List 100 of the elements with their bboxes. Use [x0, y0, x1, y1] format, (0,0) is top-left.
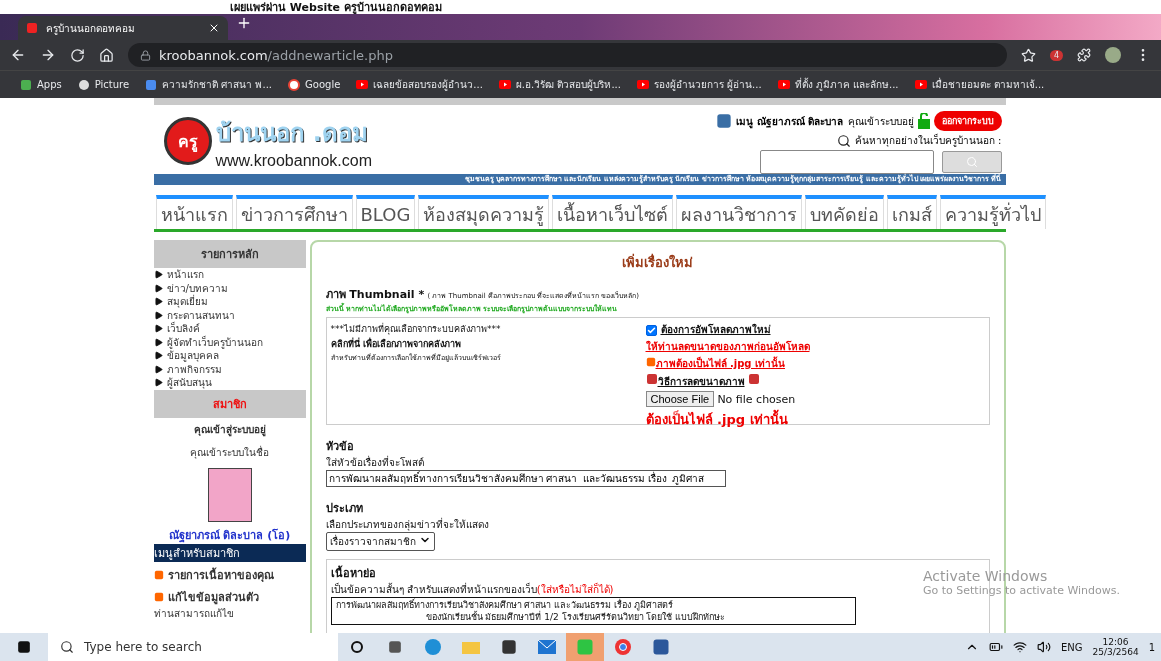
field-hint: ใส่หัวข้อเรื่องที่จะโพสต์ — [325, 455, 424, 470]
abstract-textarea[interactable]: การพัฒนาผลสัมฤทธิ์ทางการเรียนวิชาสังคมศึกษา ศาสนา และวัฒนธรรม เรื่อง ภูมิศาสตร์ ของนักเรียนชั้น มัธยมศึกษาปีที่ 1/2 โรงเรียนศรีรัตนวิทยา โดยใช้ แบบฝึกทักษะ — [330, 597, 856, 625]
extension-badge[interactable]: 4 — [1049, 49, 1063, 61]
user-name: ณัฐยาภรณ์ ดิละบาล — [757, 114, 844, 129]
jpg-warning: ต้องเป็นไฟล์ .jpg เท่านั้น — [645, 409, 810, 430]
member-name[interactable]: ณัฐยาภรณ์ ดิละบาล (โอ) — [153, 525, 306, 544]
choose-file-button[interactable]: Choose File — [645, 391, 715, 407]
sidebar-link[interactable]: กระดานสนทนา — [153, 308, 306, 322]
site-logo[interactable]: ครู บ้านนอก .ดอม www.kroobannok.com — [163, 111, 372, 171]
nav-tab[interactable]: ห้องสมุดความรู้ — [418, 195, 550, 229]
triangle-bullet-icon — [153, 378, 163, 388]
search-label: ค้นหาทุกอย่างในเว็บครูบ้านนอก : — [854, 133, 1002, 148]
chrome-icon — [614, 638, 632, 656]
bookmark[interactable]: ผ.อ.วิรัฒ ติวสอบผู้บริห... — [498, 77, 621, 92]
bookmark[interactable]: Picture — [77, 78, 130, 91]
video-play-icon — [914, 80, 927, 89]
search-field[interactable] — [759, 150, 934, 174]
no-image-text: ***ไม่มีภาพที่คุณเลือกจากระบบคลังภาพ*** — [330, 322, 502, 336]
nav-tab[interactable]: ความรู้ทั่วไป — [940, 195, 1047, 229]
logout-button[interactable]: ออกจากระบบ — [933, 111, 1002, 131]
sidebar-heading: สมาชิก — [153, 389, 306, 418]
bookmark[interactable]: เมื่อชายอมตะ ตามหาเจ้... — [914, 77, 1045, 92]
speaker-icon[interactable] — [1036, 640, 1051, 654]
padlock-icon — [917, 113, 930, 129]
triangle-bullet-icon — [153, 283, 163, 293]
wifi-icon[interactable] — [1012, 640, 1027, 654]
search-button[interactable] — [941, 151, 1002, 173]
back-icon[interactable] — [10, 47, 26, 63]
thumbnail-label: ภาพ Thumbnail * — [325, 288, 425, 301]
field-hint: เป็นข้อความสั้นๆ สำหรับแสดงที่หน้าแรกของเว็บ(ใส่หรือไม่ใส่ก็ได้) — [330, 582, 614, 597]
member-link[interactable]: แก้ไขข้อมูลส่วนตัว — [153, 587, 306, 606]
avatar-icon[interactable] — [1105, 47, 1121, 63]
member-link[interactable]: รายการเนื้อหาของคุณ — [153, 565, 306, 584]
video-play-icon — [498, 80, 511, 89]
jpg-warning-link[interactable]: ภาพต้องเป็นไฟล์ .jpg เท่านั้น — [655, 358, 785, 369]
nav-tab[interactable]: บทคัดย่อ — [805, 195, 885, 229]
browser-tab[interactable]: ครูบ้านนอกดอทคอม — [18, 16, 228, 40]
bookmark[interactable]: เฉลยข้อสอบรองผู้อำนว... — [356, 77, 483, 92]
video-play-icon — [636, 80, 649, 89]
triangle-bullet-icon — [153, 364, 163, 374]
bookmark[interactable]: รองผู้อำนวยการ ผู้อ่าน... — [636, 77, 762, 92]
new-tab-icon[interactable] — [236, 15, 252, 31]
login-status: คุณเข้าสู่ระบบอยู่ — [192, 422, 267, 439]
triangle-bullet-icon — [153, 297, 163, 307]
sidebar-link[interactable]: ข้อมูลบุคคล — [153, 349, 306, 363]
upload-checkbox[interactable] — [645, 324, 657, 336]
star-icon[interactable] — [1020, 47, 1036, 63]
bookmark[interactable]: Apps — [20, 78, 62, 91]
triangle-bullet-icon — [153, 337, 163, 347]
taskbar-search[interactable]: Type here to search — [48, 633, 338, 661]
bookmark[interactable]: Google — [288, 78, 341, 91]
triangle-bullet-icon — [153, 270, 163, 280]
login-status: คุณเข้าระบบอยู่ — [847, 114, 914, 129]
nav-tab[interactable]: ข่าวการศึกษา — [235, 195, 353, 229]
sidebar-link[interactable]: ผู้สนับสนุน — [153, 376, 306, 390]
clock[interactable]: 12:06 25/3/2564 — [1092, 637, 1139, 657]
category-select[interactable]: เรื่องราวจากสมาชิก — [325, 532, 435, 551]
nav-tab[interactable]: ผลงานวิชาการ — [676, 195, 803, 229]
page-heading: เผยแพร่ผ่าน Website ครูบ้านนอกดอทคอม — [230, 0, 442, 14]
nav-tab[interactable]: เนื้อหาเว็บไซต์ — [552, 195, 674, 229]
nav-tab[interactable]: หน้าแรก — [155, 195, 233, 229]
field-label: เนื้อหาย่อ — [330, 564, 376, 582]
forward-icon[interactable] — [40, 47, 56, 63]
file-status: No file chosen — [717, 393, 796, 406]
upload-label[interactable]: ต้องการอัพโหลดภาพใหม่ — [660, 324, 771, 335]
reload-icon[interactable] — [70, 47, 85, 63]
triangle-bullet-icon — [153, 324, 163, 334]
battery-icon[interactable] — [988, 640, 1003, 654]
field-label: หัวข้อ — [325, 439, 354, 455]
lock-icon — [140, 49, 151, 61]
menu-label[interactable]: เมนู — [736, 113, 753, 129]
address-bar[interactable]: kroobannok.com/addnewarticle.php — [128, 43, 1007, 67]
field-hint: เลือกประเภทของกลุ่มข่าวที่จะให้แสดง — [325, 517, 489, 532]
resize-howto-link[interactable]: วิธีการลดขนาดภาพ — [657, 376, 745, 387]
form-title: เพิ่มเรื่องใหม่ — [621, 252, 694, 272]
nav-tab[interactable]: เกมส์ — [887, 195, 938, 229]
sidebar-link[interactable]: เว็บลิงค์ — [153, 322, 306, 336]
sidebar-link[interactable]: หน้าแรก — [153, 268, 306, 282]
login-caption: คุณเข้าระบบในชื่อ — [189, 444, 270, 461]
sidebar-link[interactable]: ผู้จัดทำเว็บครูบ้านนอก — [153, 335, 306, 349]
bookmark[interactable]: ความรักชาติ ศาสนา พ... — [145, 77, 273, 92]
member-menu-bar: เมนูสำหรับสมาชิก — [153, 543, 306, 562]
nav-tab[interactable]: BLOG — [355, 195, 416, 229]
field-label: ประเภท — [325, 501, 363, 517]
pick-image-link[interactable]: คลิกที่นี่ เพื่อเลือกภาพจากคลังภาพ — [330, 337, 646, 351]
mail-icon — [538, 640, 556, 654]
subject-input[interactable]: การพัฒนาผลสัมฤทธิ์ทางการเรียนวิชาสังคมศึกษา ศาสนา และวัฒนธรรม เรื่อง ภูมิศาส — [325, 470, 726, 487]
circle-icon — [350, 640, 364, 654]
sidebar-heading: รายการหลัก — [153, 240, 306, 268]
link-note: ท่านสามารถแก้ไข — [153, 606, 235, 621]
sidebar-link[interactable]: ข่าว/บทความ — [153, 281, 306, 295]
notification-badge[interactable]: 1 — [1148, 641, 1155, 653]
sidebar-link[interactable]: สมุดเยี่ยม — [153, 295, 306, 309]
home-icon[interactable] — [99, 47, 114, 63]
sidebar-link[interactable]: ภาพกิจกรรม — [153, 362, 306, 376]
puzzle-icon[interactable] — [1077, 48, 1091, 62]
language-indicator[interactable]: ENG — [1060, 641, 1083, 653]
close-icon[interactable] — [208, 22, 220, 34]
bookmark[interactable]: ที่ตั้ง ภูมิภาค และลักษ... — [777, 77, 899, 92]
avatar-placeholder — [207, 467, 252, 522]
